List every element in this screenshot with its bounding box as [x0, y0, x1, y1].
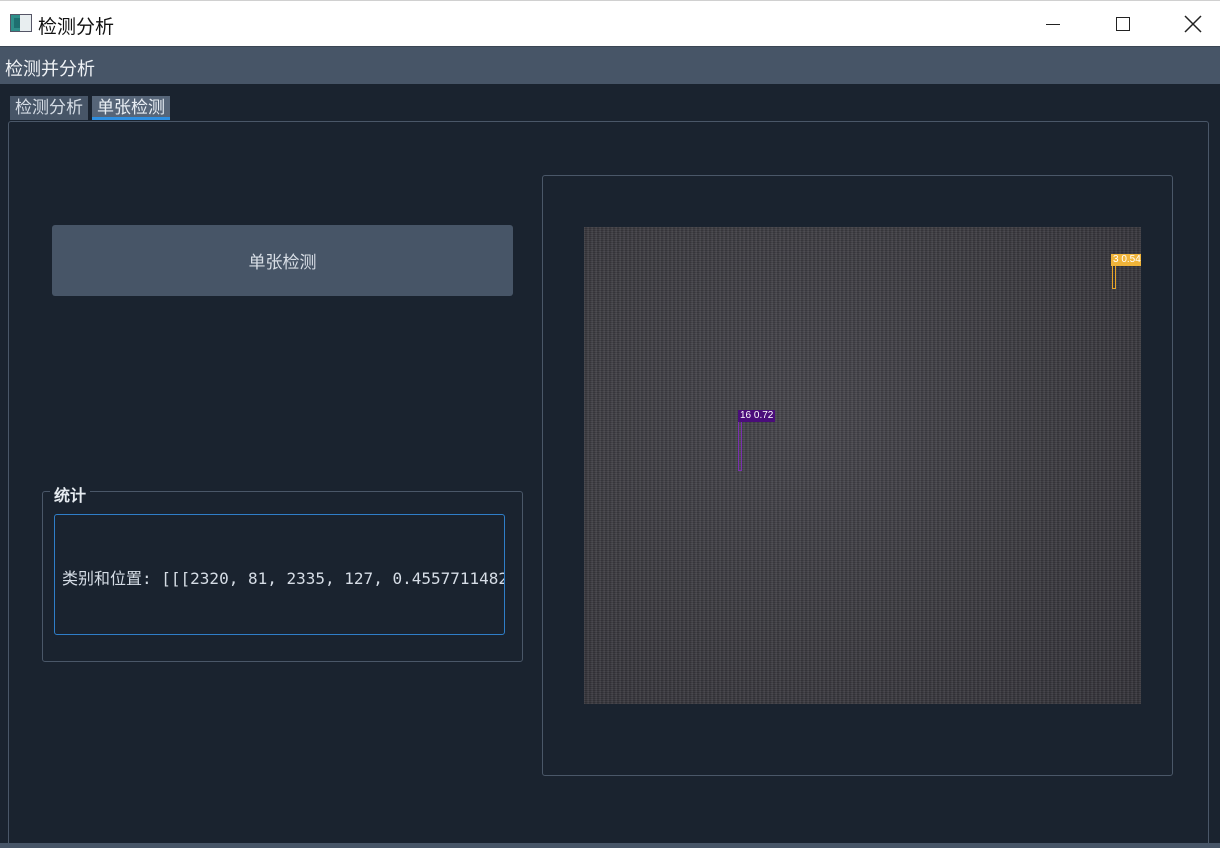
stats-group-title: 统计	[50, 482, 91, 506]
minimize-button[interactable]	[1018, 1, 1088, 47]
title-bar: 检测分析	[0, 0, 1220, 46]
tab-single-detection[interactable]: 单张检测	[92, 96, 170, 120]
maximize-icon	[1116, 17, 1130, 31]
detection-image: 16 0.72 3 0.54	[584, 227, 1141, 704]
window-title: 检测分析	[38, 16, 115, 38]
detection-label: 3 0.54	[1111, 254, 1141, 266]
close-button[interactable]	[1158, 1, 1220, 47]
tab-detect-analysis[interactable]: 检测分析	[10, 96, 88, 120]
close-icon	[1184, 15, 1202, 33]
detection-box	[738, 420, 742, 471]
maximize-button[interactable]	[1088, 1, 1158, 47]
single-detect-button[interactable]: 单张检测	[52, 225, 513, 296]
stats-text-field[interactable]: 类别和位置: [[[2320, 81, 2335, 127, 0.4557711…	[54, 514, 505, 635]
stats-text: 类别和位置: [[[2320, 81, 2335, 127, 0.4557711…	[62, 569, 505, 588]
bottom-bar	[0, 843, 1220, 848]
menu-bar: 检测并分析	[0, 46, 1220, 84]
minimize-icon	[1046, 23, 1060, 25]
detection-box	[1112, 265, 1116, 289]
menu-item-detect-analyze[interactable]: 检测并分析	[5, 55, 95, 81]
detection-label: 16 0.72	[738, 410, 776, 422]
app-icon	[10, 14, 32, 32]
